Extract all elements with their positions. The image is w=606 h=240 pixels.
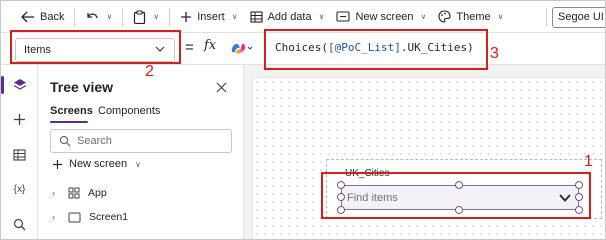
chevron-down-icon[interactable]: ∨ [106,12,112,21]
annotation-number-3: 3 [490,45,499,62]
copilot-icon[interactable] [229,41,253,58]
tab-underline [50,121,88,123]
annotation-box-2 [10,30,181,64]
back-label: Back [40,10,65,23]
rail-search[interactable] [1,209,38,239]
undo-icon [87,12,99,18]
chevron-down-icon: ∨ [318,12,325,21]
new-screen-link-label: New screen [69,158,128,170]
fx-icon[interactable]: fx [204,38,216,53]
rail-variables[interactable]: {x} [1,174,38,204]
clipboard-icon [134,9,146,24]
search-placeholder: Search [77,135,112,147]
chevron-down-icon[interactable]: ∨ [153,12,159,21]
equals-sign: = [185,39,194,56]
tree-item-label: Screen1 [89,211,129,223]
new-screen-link[interactable]: New screen ∨ [52,158,141,170]
font-select[interactable]: Segoe UI [552,7,605,28]
insert-label: Insert [197,10,225,23]
new-screen-icon [336,11,351,22]
insert-button[interactable]: Insert ∨ [174,5,243,29]
add-data-label: Add data [267,10,312,23]
arrow-left-icon [21,11,34,22]
search-icon [59,135,71,150]
chevron-right-icon[interactable]: › [52,212,60,222]
tree-item-screen1[interactable]: › Screen1 [52,211,128,223]
divider [546,7,547,26]
screen-icon [68,212,81,222]
chevron-right-icon[interactable]: › [52,188,60,198]
rail-insert[interactable] [1,104,38,134]
annotation-box-3 [264,29,488,70]
left-rail: {x} [1,65,38,239]
annotation-number-1: 1 [584,153,593,170]
back-button[interactable]: Back [15,5,70,29]
undo-button[interactable]: ∨ [79,5,118,29]
palette-icon [438,10,451,23]
chevron-down-icon: ∨ [231,12,238,21]
annotation-number-2: 2 [145,63,154,80]
tree-search-input[interactable]: Search [50,129,232,153]
app-window: Back ∨ ∨ Insert ∨ Add data ∨ New screen … [0,0,606,240]
plus-icon [14,113,25,125]
chevron-down-icon: ∨ [420,12,427,21]
rail-tree-view[interactable] [1,70,38,100]
plus-icon [53,159,62,169]
chevron-down-icon: ∨ [135,159,141,169]
tab-screens[interactable]: Screens [50,105,93,117]
app-icon [68,187,80,199]
divider [122,7,124,26]
database-icon [250,10,263,23]
tree-view-panel: Tree view Screens Components Search New … [38,65,244,239]
close-icon[interactable] [216,80,227,96]
annotation-box-1 [321,172,591,219]
new-screen-button[interactable]: New screen ∨ [330,5,432,29]
plus-icon [181,11,192,22]
tree-item-app[interactable]: › App [52,187,107,199]
table-icon [13,149,26,161]
layers-icon [13,79,26,90]
tree-item-label: App [88,187,107,199]
tree-view-title: Tree view [50,79,114,95]
new-screen-label: New screen [355,10,414,23]
divider [74,7,76,26]
variables-icon: {x} [13,183,26,195]
add-data-button[interactable]: Add data ∨ [244,5,331,29]
theme-button[interactable]: Theme ∨ [432,5,509,29]
paste-button[interactable]: ∨ [127,5,165,29]
divider [169,7,171,26]
theme-label: Theme [456,10,491,23]
search-icon [13,218,26,230]
tab-components[interactable]: Components [98,105,160,117]
chevron-down-icon: ∨ [497,12,504,21]
rail-data[interactable] [1,140,38,170]
